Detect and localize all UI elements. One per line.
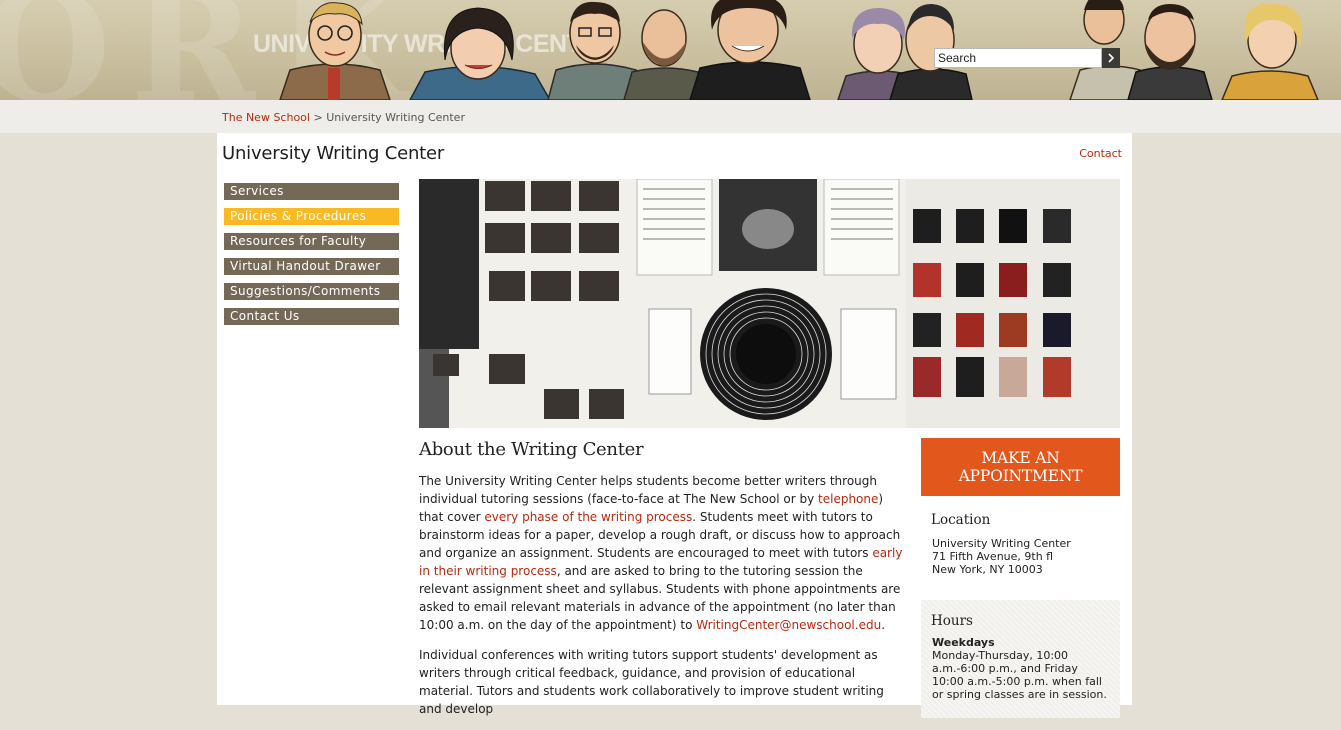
- gallery-wall-photo: [419, 179, 1120, 428]
- nav-item-contact-us[interactable]: Contact Us: [224, 308, 399, 325]
- hours-box: Hours Weekdays Monday-Thursday, 10:00 a.…: [921, 600, 1120, 718]
- breadcrumb-separator: >: [313, 111, 323, 124]
- hours-heading: Hours: [931, 613, 973, 629]
- content-paragraph-1: The University Writing Center helps stud…: [419, 472, 903, 634]
- address-line: New York, NY 10003: [932, 563, 1043, 576]
- breadcrumb-current: University Writing Center: [326, 111, 465, 124]
- content-heading: About the Writing Center: [419, 439, 644, 460]
- breadcrumb: The New School > University Writing Cent…: [222, 111, 465, 124]
- hours-label: Weekdays: [932, 636, 995, 649]
- hours-text: Weekdays Monday-Thursday, 10:00 a.m.-6:0…: [921, 636, 1107, 701]
- content-paragraph-2: Individual conferences with writing tuto…: [419, 648, 884, 716]
- page-title: University Writing Center: [222, 143, 445, 164]
- breadcrumb-bar: The New School > University Writing Cent…: [0, 100, 1341, 133]
- illustrated-tutors-image: [279, 0, 1319, 100]
- make-appointment-button[interactable]: MAKE AN APPOINTMENT: [921, 438, 1120, 496]
- email-link[interactable]: WritingCenter@newschool.edu: [696, 618, 881, 632]
- writing-process-link[interactable]: every phase of the writing process: [484, 510, 692, 524]
- paragraph-text: The University Writing Center helps stud…: [419, 474, 877, 506]
- address-line: 71 Fifth Avenue, 9th fl: [932, 550, 1054, 563]
- breadcrumb-home-link[interactable]: The New School: [222, 111, 310, 124]
- gallery-photo-image: [419, 179, 1120, 428]
- nav-item-resources-faculty[interactable]: Resources for Faculty: [224, 233, 399, 250]
- paragraph-text: .: [881, 618, 886, 632]
- nav-item-policies[interactable]: Policies & Procedures: [224, 208, 399, 225]
- hours-detail: Monday-Thursday, 10:00 a.m.-6:00 p.m., a…: [932, 649, 1107, 701]
- search-button[interactable]: [1102, 48, 1120, 68]
- location-address: University Writing Center 71 Fifth Avenu…: [921, 537, 1120, 576]
- contact-link[interactable]: Contact: [1079, 147, 1122, 160]
- chevron-right-icon: [1108, 53, 1115, 63]
- location-heading: Location: [931, 512, 991, 528]
- nav-item-suggestions[interactable]: Suggestions/Comments: [224, 283, 399, 300]
- header-banner: ORK UNIVERSITY WRITING CENTER Search: [0, 0, 1341, 100]
- address-line: University Writing Center: [932, 537, 1071, 550]
- nav-item-services[interactable]: Services: [224, 183, 399, 200]
- appointment-label-line1: MAKE AN: [981, 449, 1060, 467]
- location-box: Location University Writing Center 71 Fi…: [921, 512, 1120, 576]
- left-nav: Services Policies & Procedures Resources…: [224, 183, 399, 333]
- appointment-label-line2: APPOINTMENT: [958, 467, 1083, 485]
- main-panel: University Writing Center Contact Servic…: [217, 133, 1132, 718]
- nav-item-handout-drawer[interactable]: Virtual Handout Drawer: [224, 258, 399, 275]
- search-input[interactable]: Search: [934, 48, 1102, 68]
- main-content: About the Writing Center The University …: [419, 439, 903, 730]
- telephone-link[interactable]: telephone: [818, 492, 878, 506]
